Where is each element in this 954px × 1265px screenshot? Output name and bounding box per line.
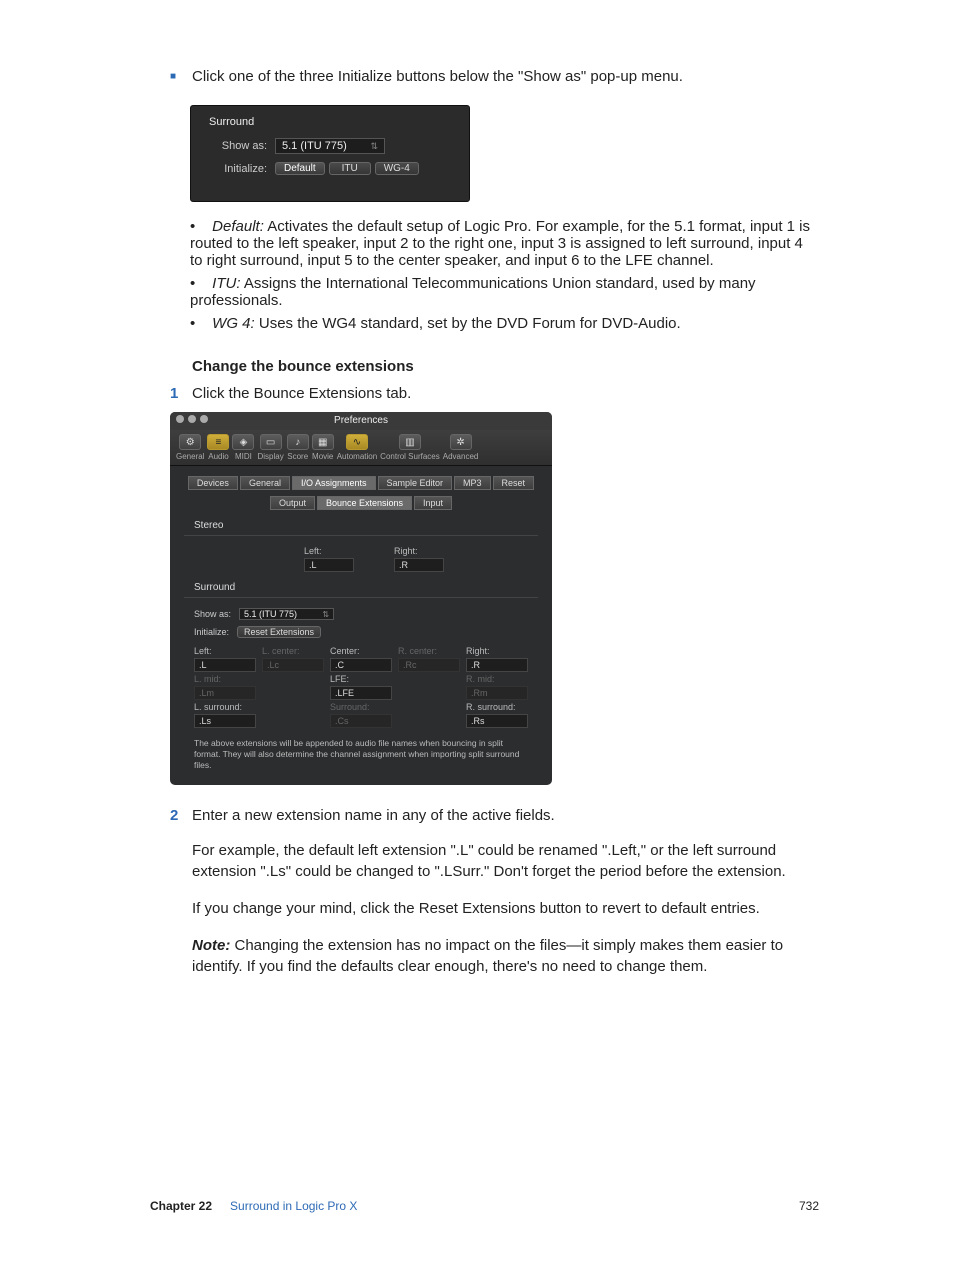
surround-section-title: Surround [194, 582, 538, 593]
tab-io-assignments[interactable]: I/O Assignments [292, 476, 376, 490]
traffic-lights [176, 415, 208, 423]
stereo-right-input[interactable]: .R [394, 558, 444, 572]
right-input[interactable]: .R [466, 658, 528, 672]
window-title: Preferences [334, 415, 388, 426]
lsurround-label: L. surround: [194, 702, 256, 712]
sub-bullet-itu: ITU: Assigns the International Telecommu… [190, 275, 819, 309]
panel-title: Surround [209, 116, 451, 128]
footer-page: 732 [799, 1199, 819, 1213]
rcenter-input: .Rc [398, 658, 460, 672]
stereo-section-title: Stereo [194, 520, 538, 531]
surround-panel-screenshot: Surround Show as: 5.1 (ITU 775)⇅ Initial… [190, 105, 470, 202]
tab-general[interactable]: General [240, 476, 290, 490]
center-label: Center: [330, 646, 392, 656]
center-input[interactable]: .C [330, 658, 392, 672]
toolbar-automation[interactable]: ∿Automation [337, 434, 377, 461]
panel-footnote: The above extensions will be appended to… [184, 728, 538, 771]
reset-extensions-button[interactable]: Reset Extensions [237, 626, 321, 638]
itu-button[interactable]: ITU [329, 162, 371, 175]
instruction-bullet: Click one of the three Initialize button… [170, 68, 819, 85]
sub-bullet-default: Default: Activates the default setup of … [190, 218, 819, 269]
left-input[interactable]: .L [194, 658, 256, 672]
stereo-left-input[interactable]: .L [304, 558, 354, 572]
toolbar-display[interactable]: ▭Display [257, 434, 283, 461]
toolbar-movie[interactable]: ▦Movie [312, 434, 334, 461]
step-number-1: 1 [170, 385, 192, 402]
tab-devices[interactable]: Devices [188, 476, 238, 490]
footer-chapter: Chapter 22 [150, 1199, 212, 1213]
chevron-updown-icon: ⇅ [370, 141, 378, 152]
step-number-2: 2 [170, 807, 192, 824]
prefs-initialize-label: Initialize: [194, 627, 229, 637]
show-as-label: Show as: [209, 140, 267, 152]
wg4-button[interactable]: WG-4 [375, 162, 419, 175]
lfe-input[interactable]: .LFE [330, 686, 392, 700]
prefs-show-as-select[interactable]: 5.1 (ITU 775)⇅ [239, 608, 334, 620]
tab-sample-editor[interactable]: Sample Editor [378, 476, 453, 490]
surround-label: Surround: [330, 702, 392, 712]
sub-bullet-wg4: WG 4: Uses the WG4 standard, set by the … [190, 315, 819, 332]
toolbar-control-surfaces[interactable]: ▥Control Surfaces [380, 434, 440, 461]
step-2-text: Enter a new extension name in any of the… [192, 807, 555, 824]
subtab-bounce-extensions[interactable]: Bounce Extensions [317, 496, 412, 510]
section-heading: Change the bounce extensions [192, 358, 819, 375]
lfe-label: LFE: [330, 674, 392, 684]
show-as-select[interactable]: 5.1 (ITU 775)⇅ [275, 138, 385, 154]
toolbar-audio[interactable]: ≡Audio [207, 434, 229, 461]
note-paragraph: Note: Changing the extension has no impa… [192, 935, 819, 977]
subtab-output[interactable]: Output [270, 496, 315, 510]
lsurround-input[interactable]: .Ls [194, 714, 256, 728]
lcenter-input: .Lc [262, 658, 324, 672]
rmid-input: .Rm [466, 686, 528, 700]
prefs-show-as-label: Show as: [194, 609, 231, 619]
left-label: Left: [194, 646, 256, 656]
rcenter-label: R. center: [398, 646, 460, 656]
surround-input: .Cs [330, 714, 392, 728]
toolbar-general[interactable]: ⚙General [176, 434, 204, 461]
rsurround-label: R. surround: [466, 702, 528, 712]
footer-title[interactable]: Surround in Logic Pro X [230, 1199, 799, 1213]
body-paragraph-2: If you change your mind, click the Reset… [192, 898, 819, 919]
tab-reset[interactable]: Reset [493, 476, 535, 490]
toolbar-score[interactable]: ♪Score [287, 434, 309, 461]
lmid-input: .Lm [194, 686, 256, 700]
step-1-text: Click the Bounce Extensions tab. [192, 385, 411, 402]
preferences-window-screenshot: Preferences ⚙General ≡Audio ◈MIDI ▭Displ… [170, 412, 552, 785]
stereo-left-label: Left: [304, 546, 354, 556]
subtab-input[interactable]: Input [414, 496, 452, 510]
chevron-updown-icon: ⇅ [322, 610, 329, 619]
toolbar-advanced[interactable]: ✲Advanced [443, 434, 479, 461]
lcenter-label: L. center: [262, 646, 324, 656]
default-button[interactable]: Default [275, 162, 325, 175]
lmid-label: L. mid: [194, 674, 256, 684]
toolbar-midi[interactable]: ◈MIDI [232, 434, 254, 461]
right-label: Right: [466, 646, 528, 656]
stereo-right-label: Right: [394, 546, 444, 556]
rsurround-input[interactable]: .Rs [466, 714, 528, 728]
body-paragraph-1: For example, the default left extension … [192, 840, 819, 882]
tab-mp3[interactable]: MP3 [454, 476, 491, 490]
initialize-label: Initialize: [209, 163, 267, 175]
rmid-label: R. mid: [466, 674, 528, 684]
